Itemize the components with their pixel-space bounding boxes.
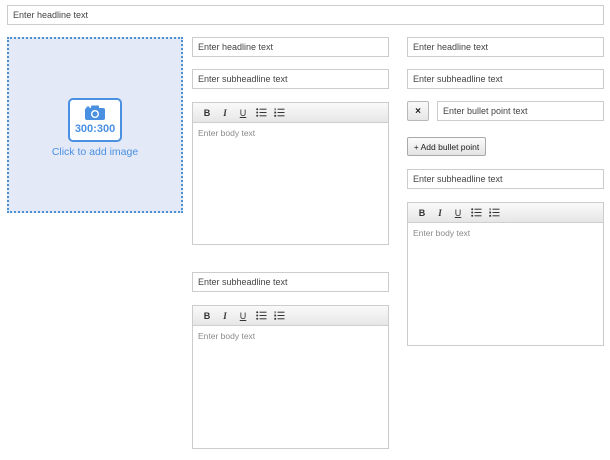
image-size-badge: 300:300 bbox=[68, 98, 122, 142]
bold-button[interactable]: B bbox=[413, 205, 431, 221]
underline-button[interactable]: U bbox=[234, 308, 252, 324]
italic-button[interactable]: I bbox=[216, 308, 234, 324]
add-bullet-point-button[interactable]: + Add bullet point bbox=[407, 137, 486, 156]
body-text-area[interactable]: Enter body text bbox=[193, 326, 388, 346]
numbered-list-icon[interactable] bbox=[270, 308, 288, 324]
main-headline-input[interactable]: Enter headline text bbox=[7, 5, 604, 25]
image-size-label: 300:300 bbox=[74, 123, 116, 135]
bold-button[interactable]: B bbox=[198, 105, 216, 121]
italic-button[interactable]: I bbox=[216, 105, 234, 121]
body-text-area[interactable]: Enter body text bbox=[408, 223, 603, 243]
image-upload-area[interactable]: 300:300 Click to add image bbox=[7, 37, 183, 213]
italic-button[interactable]: I bbox=[431, 205, 449, 221]
middle-body-editor-1[interactable]: B I U Enter body text bbox=[192, 102, 389, 245]
editor-toolbar: B I U bbox=[408, 203, 603, 223]
middle-body-editor-2[interactable]: B I U Enter body text bbox=[192, 305, 389, 449]
editor-toolbar: B I U bbox=[193, 306, 388, 326]
remove-bullet-button[interactable]: × bbox=[407, 101, 429, 121]
underline-button[interactable]: U bbox=[234, 105, 252, 121]
right-body-editor[interactable]: B I U Enter body text bbox=[407, 202, 604, 346]
bulleted-list-icon[interactable] bbox=[252, 308, 270, 324]
bullet-point-input[interactable]: Enter bullet point text bbox=[437, 101, 604, 121]
numbered-list-icon[interactable] bbox=[485, 205, 503, 221]
middle-headline-input[interactable]: Enter headline text bbox=[192, 37, 389, 57]
bulleted-list-icon[interactable] bbox=[252, 105, 270, 121]
underline-button[interactable]: U bbox=[449, 205, 467, 221]
editor-toolbar: B I U bbox=[193, 103, 388, 123]
bold-button[interactable]: B bbox=[198, 308, 216, 324]
right-headline-input[interactable]: Enter headline text bbox=[407, 37, 604, 57]
middle-subheadline-input-2[interactable]: Enter subheadline text bbox=[192, 272, 389, 292]
middle-subheadline-input-1[interactable]: Enter subheadline text bbox=[192, 69, 389, 89]
body-text-area[interactable]: Enter body text bbox=[193, 123, 388, 143]
image-upload-caption: Click to add image bbox=[51, 146, 139, 158]
bulleted-list-icon[interactable] bbox=[467, 205, 485, 221]
numbered-list-icon[interactable] bbox=[270, 105, 288, 121]
right-subheadline-input-1[interactable]: Enter subheadline text bbox=[407, 69, 604, 89]
right-subheadline-input-2[interactable]: Enter subheadline text bbox=[407, 169, 604, 189]
camera-icon bbox=[85, 105, 105, 120]
